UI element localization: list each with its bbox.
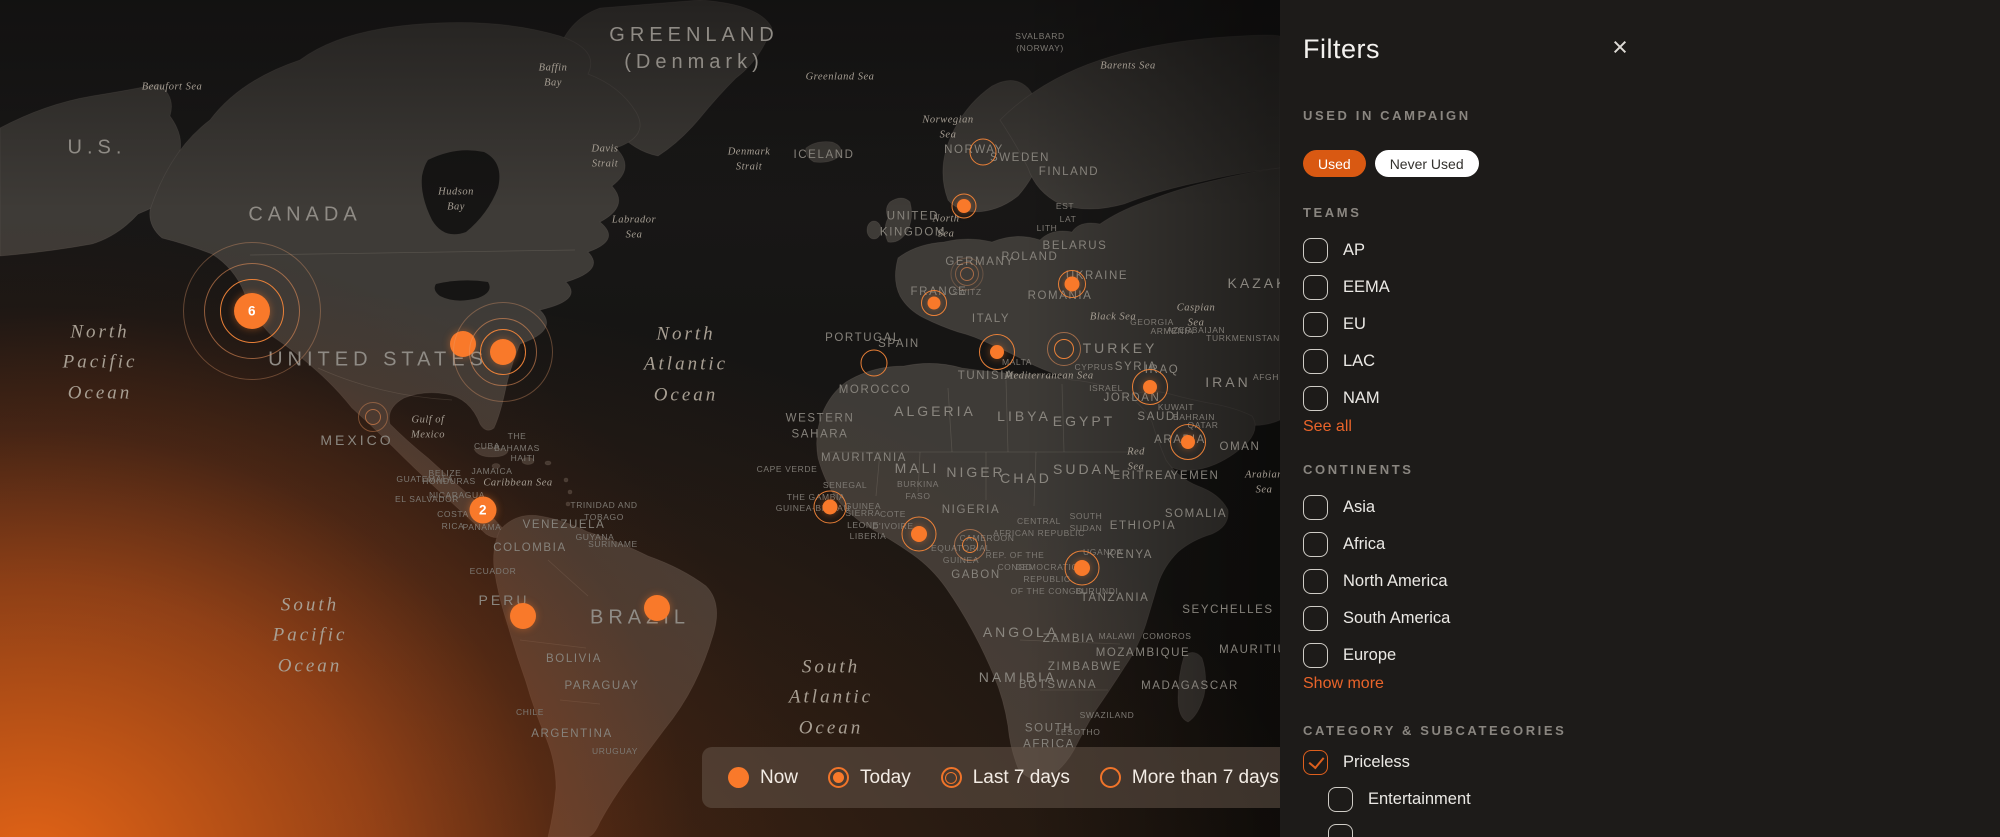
legend-marker-icon (828, 767, 849, 788)
marker-ring (1054, 339, 1074, 359)
marker-ring (960, 267, 974, 281)
checkbox[interactable] (1303, 606, 1328, 631)
checkbox[interactable] (1328, 787, 1353, 812)
checkbox[interactable] (1303, 238, 1328, 263)
marker-dot (957, 199, 971, 213)
teams-header: TEAMS (1303, 205, 1733, 220)
checkbox[interactable] (1303, 495, 1328, 520)
used-in-campaign-header: USED IN CAMPAIGN (1303, 108, 1733, 123)
continent-checkbox-row[interactable]: Europe (1303, 643, 1733, 668)
legend-item: Last 7 days (941, 767, 1070, 789)
checkbox[interactable] (1303, 643, 1328, 668)
checkbox[interactable] (1303, 569, 1328, 594)
continent-checkbox-row[interactable]: Africa (1303, 532, 1733, 557)
continent-checkbox-row[interactable]: South America (1303, 606, 1733, 631)
checkbox-label: Priceless (1343, 753, 1410, 772)
legend-marker-icon (728, 767, 749, 788)
marker-dot (823, 500, 838, 515)
used-in-campaign-chips: Used Never Used (1303, 150, 1733, 177)
continent-checkbox-row[interactable]: Asia (1303, 495, 1733, 520)
marker-ring (962, 537, 978, 553)
checkbox[interactable] (1303, 750, 1328, 775)
legend-item-label: Now (760, 767, 798, 789)
team-checkbox-row[interactable]: EEMA (1303, 275, 1733, 300)
checkbox-label: South America (1343, 609, 1450, 628)
marker-dot (510, 603, 536, 629)
checkbox[interactable] (1303, 349, 1328, 374)
category-checkbox-row[interactable]: Entertainment (1328, 787, 1733, 812)
continents-show-more-link[interactable]: Show more (1303, 675, 1384, 693)
category-checkbox-row[interactable] (1328, 824, 1733, 837)
marker-dot (911, 526, 927, 542)
marker-ring (365, 409, 381, 425)
team-checkbox-row[interactable]: AP (1303, 238, 1733, 263)
checkbox[interactable] (1303, 275, 1328, 300)
checkbox[interactable] (1303, 386, 1328, 411)
checkbox-label: Asia (1343, 498, 1375, 517)
continent-checkbox-row[interactable]: North America (1303, 569, 1733, 594)
category-checkbox-list: Priceless Entertainment (1303, 750, 1733, 837)
marker-dot (928, 297, 941, 310)
checkbox-label: Europe (1343, 646, 1396, 665)
checkbox-label: LAC (1343, 352, 1375, 371)
legend-item: Today (828, 767, 911, 789)
close-icon[interactable]: × (1603, 30, 1637, 64)
legend-item: More than 7 days ago (1100, 767, 1280, 789)
category-checkbox-row[interactable]: Priceless (1303, 750, 1733, 775)
marker-dot (1143, 380, 1157, 394)
legend-item-label: More than 7 days ago (1132, 767, 1280, 789)
legend-item-label: Last 7 days (973, 767, 1070, 789)
teams-checkbox-list: AP EEMA EU LAC (1303, 238, 1733, 411)
continents-checkbox-list: Asia Africa North America South (1303, 495, 1733, 668)
checkbox[interactable] (1303, 312, 1328, 337)
team-checkbox-row[interactable]: LAC (1303, 349, 1733, 374)
marker-dot (990, 345, 1004, 359)
checkbox-label: North America (1343, 572, 1448, 591)
world-map-canvas[interactable]: U.S. CANADA UNITED STATES GREENLAND (Den… (0, 0, 1280, 837)
marker-count: 6 (248, 304, 256, 319)
legend-item-label: Today (860, 767, 911, 789)
map-markers-layer: 62 (0, 0, 1280, 837)
team-checkbox-row[interactable]: NAM (1303, 386, 1733, 411)
campaign-filter-chip[interactable]: Never Used (1375, 150, 1479, 177)
map-time-legend: Now Today Last 7 days More than 7 days a… (702, 747, 1280, 808)
chip-label: Never Used (1390, 156, 1464, 172)
marker-dot (1074, 560, 1090, 576)
marker-dot (1065, 277, 1080, 292)
continents-header: CONTINENTS (1303, 462, 1733, 477)
checkbox[interactable] (1303, 532, 1328, 557)
marker-ring (861, 350, 888, 377)
campaign-filter-chip[interactable]: Used (1303, 150, 1366, 177)
checkbox-label: EEMA (1343, 278, 1390, 297)
checkbox-label: NAM (1343, 389, 1380, 408)
legend-marker-icon (941, 767, 962, 788)
team-checkbox-row[interactable]: EU (1303, 312, 1733, 337)
checkbox-label: Entertainment (1368, 790, 1471, 809)
filters-panel: Filters × USED IN CAMPAIGN Used Never Us… (1280, 0, 2000, 837)
checkbox-label: Africa (1343, 535, 1385, 554)
checkbox-label: EU (1343, 315, 1366, 334)
filters-panel-title: Filters (1303, 34, 1733, 65)
legend-item: Now (728, 767, 798, 789)
marker-dot (490, 339, 516, 365)
marker-dot (644, 595, 670, 621)
checkbox[interactable] (1328, 824, 1353, 837)
marker-dot (1181, 435, 1195, 449)
teams-see-all-link[interactable]: See all (1303, 418, 1352, 436)
legend-marker-icon (1100, 767, 1121, 788)
chip-label: Used (1318, 156, 1351, 172)
marker-count: 2 (479, 503, 487, 518)
checkbox-label: AP (1343, 241, 1365, 260)
category-subcategories-header: CATEGORY & SUBCATEGORIES (1303, 723, 1733, 738)
marker-ring (970, 139, 997, 166)
app-window: U.S. CANADA UNITED STATES GREENLAND (Den… (0, 0, 2000, 837)
